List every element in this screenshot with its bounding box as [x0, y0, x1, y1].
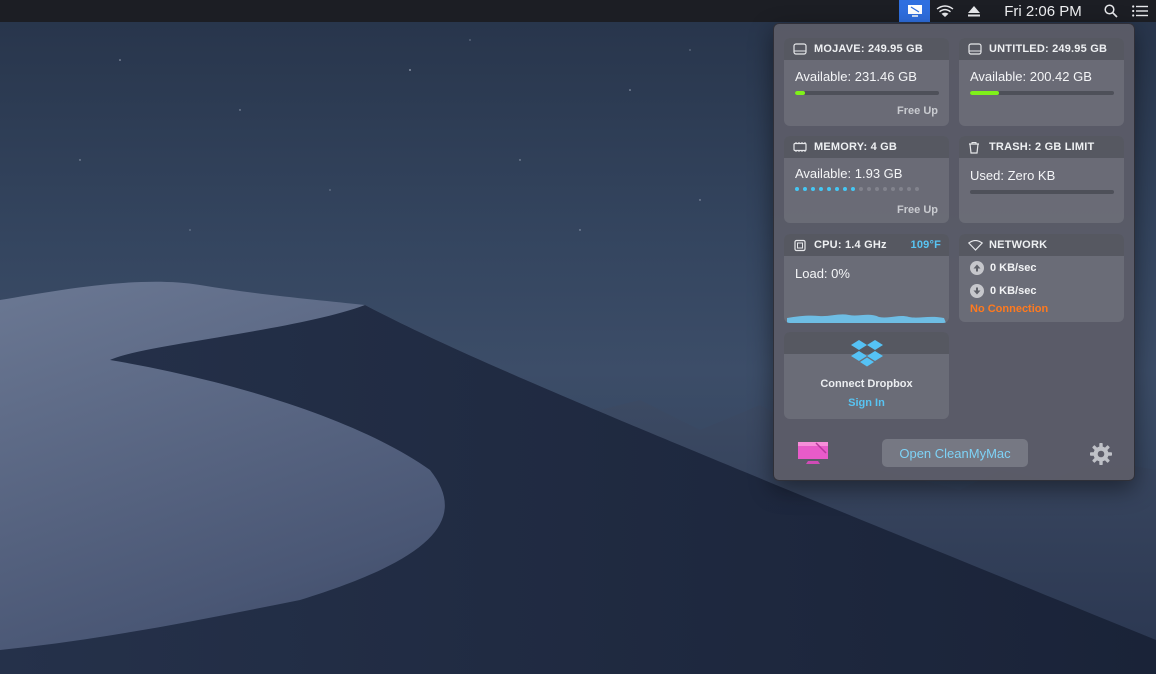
- disk-card-header: MOJAVE: 249.95 GB: [784, 38, 949, 60]
- memory-dot: [899, 187, 903, 191]
- memory-dot: [907, 187, 911, 191]
- memory-dot: [915, 187, 919, 191]
- cleanmymac-logo-icon[interactable]: [796, 440, 830, 466]
- memory-card[interactable]: MEMORY: 4 GB Available: 1.93 GB Free Up: [784, 136, 949, 223]
- memory-card-header: MEMORY: 4 GB: [784, 136, 949, 158]
- cpu-chip-icon: [793, 238, 809, 252]
- upload-speed: 0 KB/sec: [990, 262, 1037, 274]
- free-up-button[interactable]: Free Up: [897, 105, 938, 117]
- disk-usage-bar: [970, 91, 1114, 95]
- cpu-temperature: 109°F: [910, 239, 941, 251]
- stars: [79, 39, 701, 231]
- gear-icon[interactable]: [1089, 442, 1113, 466]
- trash-usage-bar: [970, 190, 1114, 194]
- trash-used: Used: Zero KB: [970, 168, 1056, 183]
- trash-card-header: TRASH: 2 GB LIMIT: [959, 136, 1124, 158]
- disk-usage-fill: [795, 91, 806, 95]
- disk-card-header: UNTITLED: 249.95 GB: [959, 38, 1124, 60]
- memory-dot: [875, 187, 879, 191]
- notification-list-icon[interactable]: [1124, 0, 1156, 22]
- network-status: No Connection: [970, 303, 1049, 315]
- memory-dot: [795, 187, 799, 191]
- search-icon[interactable]: [1098, 0, 1124, 22]
- memory-dot: [867, 187, 871, 191]
- wifi-icon[interactable]: [930, 0, 960, 22]
- upload-arrow-icon: [970, 261, 984, 275]
- cpu-title: CPU: 1.4 GHz: [814, 239, 887, 251]
- download-speed: 0 KB/sec: [990, 285, 1037, 297]
- memory-title: MEMORY: 4 GB: [814, 141, 898, 153]
- disk-usage-bar: [795, 91, 939, 95]
- hard-disk-icon: [968, 42, 984, 56]
- cpu-card[interactable]: CPU: 1.4 GHz 109°F Load: 0%: [784, 234, 949, 323]
- trash-card[interactable]: TRASH: 2 GB LIMIT Used: Zero KB: [959, 136, 1124, 223]
- memory-dot: [883, 187, 887, 191]
- disk-title: MOJAVE: 249.95 GB: [814, 43, 923, 55]
- network-title: NETWORK: [989, 239, 1048, 251]
- disk-card-untitled[interactable]: UNTITLED: 249.95 GB Available: 200.42 GB: [959, 38, 1124, 126]
- memory-dot: [859, 187, 863, 191]
- memory-dot: [843, 187, 847, 191]
- network-upload: 0 KB/sec: [970, 261, 1036, 275]
- disk-card-mojave[interactable]: MOJAVE: 249.95 GB Available: 231.46 GB F…: [784, 38, 949, 126]
- dropbox-card[interactable]: Connect Dropbox Sign In: [784, 332, 949, 419]
- cleanmymac-menu-icon[interactable]: [899, 0, 930, 22]
- disk-available: Available: 200.42 GB: [970, 69, 1092, 84]
- memory-dot: [819, 187, 823, 191]
- memory-dot: [803, 187, 807, 191]
- network-card[interactable]: NETWORK 0 KB/sec 0 KB/sec No Connection: [959, 234, 1124, 322]
- cpu-card-header: CPU: 1.4 GHz 109°F: [784, 234, 949, 256]
- open-cleanmymac-button[interactable]: Open CleanMyMac: [882, 439, 1028, 467]
- cpu-load: Load: 0%: [795, 266, 850, 281]
- free-up-button[interactable]: Free Up: [897, 204, 938, 216]
- cleanmymac-menu-panel: MOJAVE: 249.95 GB Available: 231.46 GB F…: [773, 23, 1135, 481]
- memory-dot: [851, 187, 855, 191]
- trash-title: TRASH: 2 GB LIMIT: [989, 141, 1095, 153]
- dropbox-sign-in-link[interactable]: Sign In: [784, 397, 949, 409]
- download-arrow-icon: [970, 284, 984, 298]
- memory-available: Available: 1.93 GB: [795, 166, 903, 181]
- dropbox-icon: [851, 340, 883, 367]
- memory-dot: [891, 187, 895, 191]
- disk-usage-fill: [970, 91, 999, 95]
- memory-dot: [827, 187, 831, 191]
- network-download: 0 KB/sec: [970, 284, 1036, 298]
- network-card-header: NETWORK: [959, 234, 1124, 256]
- disk-available: Available: 231.46 GB: [795, 69, 917, 84]
- trash-icon: [968, 140, 984, 154]
- memory-chip-icon: [793, 140, 809, 154]
- menu-bar: Fri 2:06 PM: [0, 0, 1156, 22]
- memory-dot: [811, 187, 815, 191]
- memory-dot: [835, 187, 839, 191]
- wifi-icon: [968, 238, 984, 252]
- memory-pressure-dots: [795, 187, 919, 191]
- disk-title: UNTITLED: 249.95 GB: [989, 43, 1108, 55]
- hard-disk-icon: [793, 42, 809, 56]
- eject-icon[interactable]: [960, 0, 988, 22]
- cpu-load-graph: [787, 314, 946, 323]
- menu-clock[interactable]: Fri 2:06 PM: [988, 0, 1098, 22]
- dropbox-title: Connect Dropbox: [820, 378, 913, 390]
